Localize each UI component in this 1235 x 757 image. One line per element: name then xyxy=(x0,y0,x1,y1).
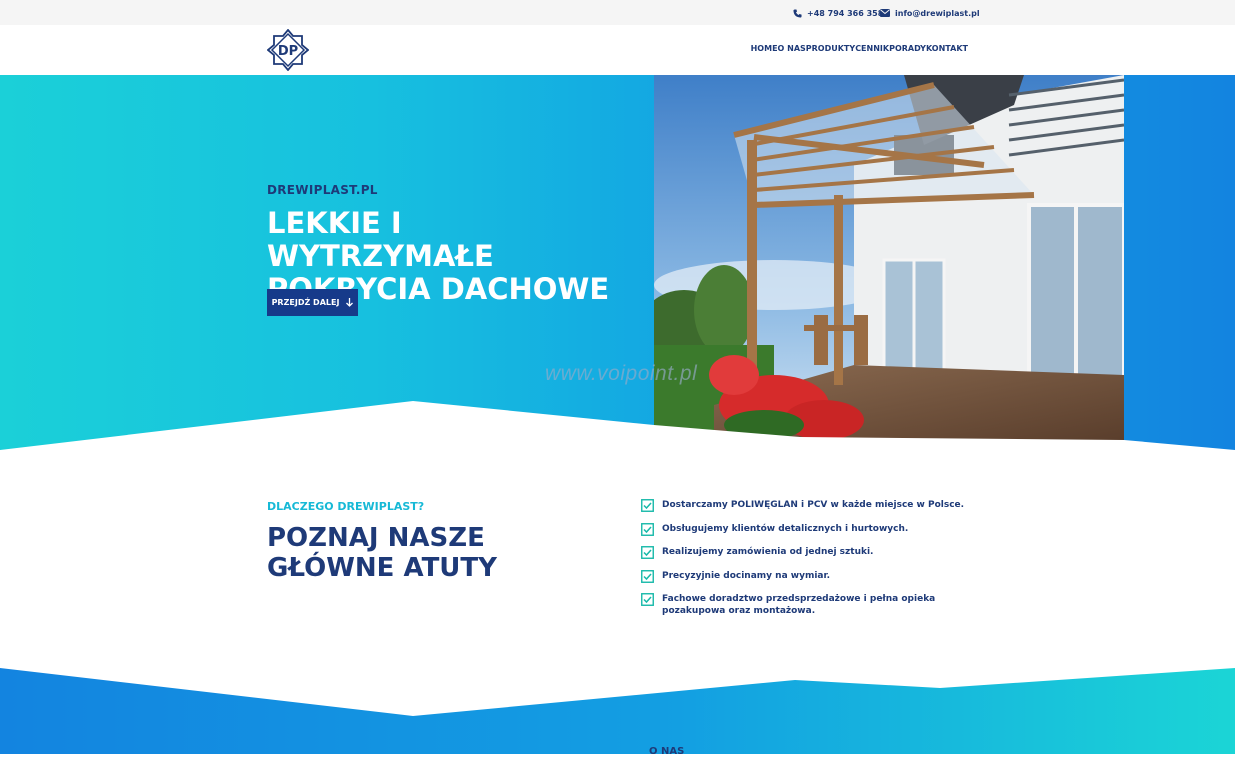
checkbox-check-icon xyxy=(641,522,654,536)
hero-divider xyxy=(0,401,1235,475)
phone-number[interactable]: +48 794 366 358 xyxy=(807,9,883,18)
drewiplast-logo[interactable]: DP xyxy=(267,29,309,71)
features-list: Dostarczamy POLIWĘGLAN i PCV w każde mie… xyxy=(641,499,971,629)
przejdz-dalej-button[interactable]: PRZEJDŹ DALEJ xyxy=(267,289,358,316)
top-bar: +48 794 366 358 info@drewiplast.pl xyxy=(0,0,1235,25)
about-eyebrow: O NAS xyxy=(649,746,685,757)
why-eyebrow: DLACZEGO DREWIPLAST? xyxy=(267,500,425,513)
feature-text: Obsługujemy klientów detalicznych i hurt… xyxy=(662,523,909,534)
email-contact[interactable]: info@drewiplast.pl xyxy=(880,7,980,19)
feature-item: Precyzyjnie docinamy na wymiar. xyxy=(641,569,971,583)
email-address[interactable]: info@drewiplast.pl xyxy=(895,9,980,18)
why-title-line2: GŁÓWNE ATUTY xyxy=(267,553,497,583)
phone-contact[interactable]: +48 794 366 358 xyxy=(793,7,883,19)
checkbox-check-icon xyxy=(641,546,654,559)
nav-o-nas[interactable]: O NAS xyxy=(778,44,806,53)
feature-item: Dostarczamy POLIWĘGLAN i PCV w każde mie… xyxy=(641,499,971,512)
hero-image xyxy=(654,75,1124,440)
about-section-background xyxy=(0,668,1235,754)
feature-item: Fachowe doradztwo przedsprzedażowe i peł… xyxy=(641,593,971,617)
envelope-icon xyxy=(880,9,890,17)
arrow-down-icon xyxy=(346,298,354,307)
checkbox-check-icon xyxy=(641,499,654,512)
phone-icon xyxy=(793,8,802,18)
feature-text: Realizujemy zamówienia od jednej sztuki. xyxy=(662,547,874,557)
feature-item: Obsługujemy klientów detalicznych i hurt… xyxy=(641,522,971,536)
feature-text: Dostarczamy POLIWĘGLAN i PCV w każde mie… xyxy=(662,500,965,510)
feature-text: Fachowe doradztwo przedsprzedażowe i peł… xyxy=(662,594,936,616)
nav-produkty[interactable]: PRODUKTY xyxy=(806,44,855,53)
nav-home[interactable]: HOME xyxy=(751,44,778,53)
feature-text: Precyzyjnie docinamy na wymiar. xyxy=(662,570,831,581)
nav-cennik[interactable]: CENNIK xyxy=(855,44,889,53)
why-title-line1: POZNAJ NASZE xyxy=(267,523,485,553)
button-label: PRZEJDŹ DALEJ xyxy=(271,298,340,307)
nav-porady[interactable]: PORADY xyxy=(889,44,926,53)
terrace-illustration xyxy=(654,75,1124,440)
nav-kontakt[interactable]: KONTAKT xyxy=(926,44,968,53)
watermark: www.voipoint.pl xyxy=(545,362,698,385)
logo-text: DP xyxy=(278,44,298,59)
why-title: POZNAJ NASZE GŁÓWNE ATUTY xyxy=(267,523,567,583)
hero-eyebrow: DREWIPLAST.PL xyxy=(267,183,378,197)
site-header: DP HOME O NAS PRODUKTY CENNIK PORADY KON… xyxy=(0,25,1235,75)
checkbox-check-icon xyxy=(641,593,654,606)
hero-title-line1: LEKKIE I WYTRZYMAŁE xyxy=(267,206,494,273)
feature-item: Realizujemy zamówienia od jednej sztuki. xyxy=(641,546,971,559)
main-nav: HOME O NAS PRODUKTY CENNIK PORADY KONTAK… xyxy=(751,44,968,53)
checkbox-check-icon xyxy=(641,569,654,583)
